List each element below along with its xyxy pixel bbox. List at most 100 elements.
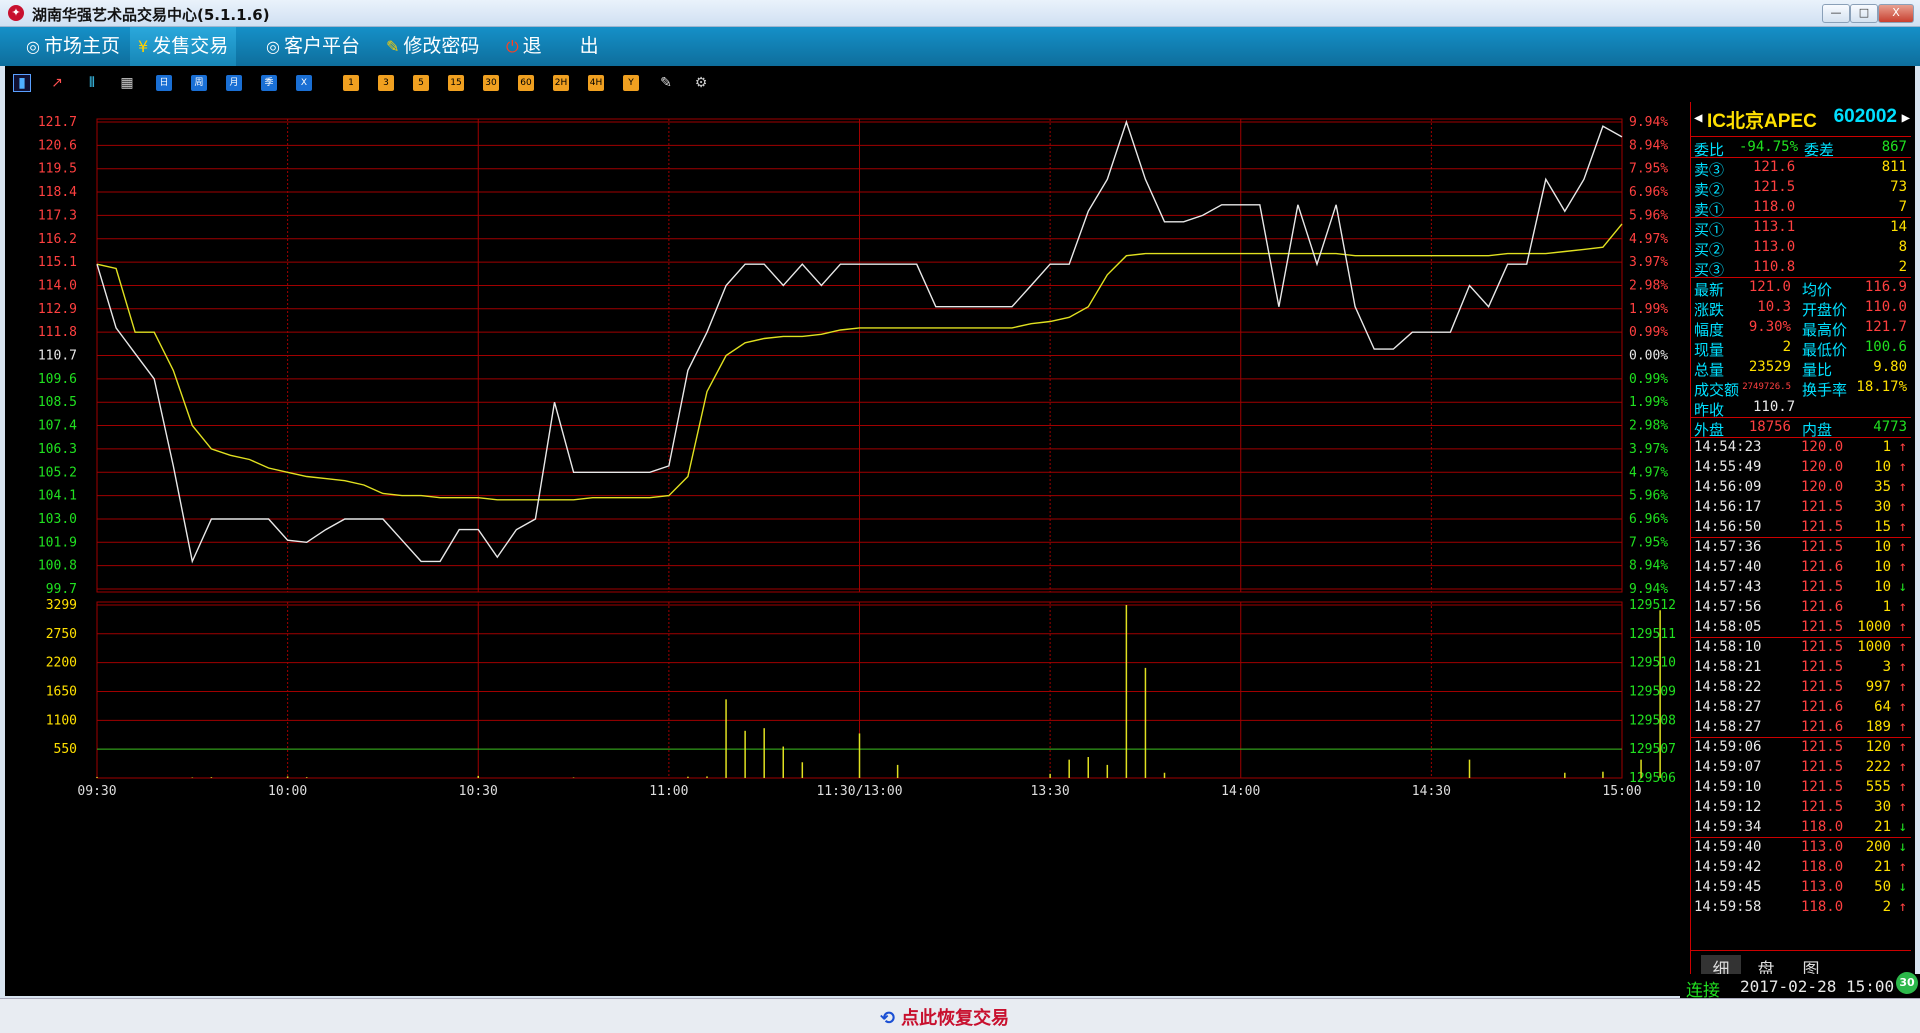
prev-close-row: 昨收 110.7 — [1691, 398, 1911, 419]
minute-15-button[interactable]: 15 — [448, 75, 464, 91]
price-tick-label: 100.8 — [38, 559, 77, 574]
tick-time: 14:59:07 — [1694, 759, 1762, 775]
prev-stock-icon[interactable]: ◀ — [1694, 110, 1702, 126]
tick-price: 121.5 — [1801, 499, 1844, 515]
period-week-button[interactable]: 周 — [191, 75, 207, 91]
stat-label: 量比 — [1802, 362, 1833, 379]
tick-qty: 1000 — [1857, 619, 1891, 635]
volume-right-label: 129508 — [1629, 713, 1676, 728]
tick-row: 14:58:22 121.5 997 ↑ — [1691, 678, 1911, 698]
menu-market-home[interactable]: ◎ 市场主页 — [18, 27, 128, 66]
tick-row: 14:59:42 118.0 21 ↑ — [1691, 858, 1911, 878]
tick-qty: 21 — [1874, 859, 1891, 875]
minute-1-button[interactable]: 1 — [343, 75, 359, 91]
volume-tick-label: 2750 — [46, 627, 77, 642]
tick-price: 118.0 — [1801, 859, 1844, 875]
hour-4-button[interactable]: 4H — [588, 75, 604, 91]
bar-chart-icon[interactable]: ▮ — [13, 74, 31, 92]
price-tick-label: 112.9 — [38, 302, 77, 317]
period-quarter-button[interactable]: 季 — [261, 75, 277, 91]
online-badge[interactable]: 30 — [1896, 972, 1918, 994]
next-stock-icon[interactable]: ▶ — [1902, 110, 1910, 126]
tick-price: 121.5 — [1801, 539, 1844, 555]
bid-qty: 2 — [1898, 259, 1907, 275]
stat-label: 最新 — [1694, 282, 1725, 299]
tick-row: 14:56:50 121.5 15 ↑ — [1691, 518, 1911, 538]
arrow-down-icon: ↓ — [1898, 579, 1907, 595]
intraday-chart[interactable]: 121.7 9.94% 120.6 8.94% 119.5 7.95% 118.4 6.96%… — [5, 102, 1690, 996]
ask-qty: 7 — [1898, 199, 1907, 215]
restore-trading-button[interactable]: ⟲ 点此恢复交易 — [880, 1004, 1009, 1030]
period-month-button[interactable]: 月 — [226, 75, 242, 91]
tick-time: 14:55:49 — [1694, 459, 1762, 475]
order-ratio-row: 委比 -94.75% 委差 867 — [1691, 138, 1911, 159]
tick-time: 14:58:27 — [1694, 699, 1762, 715]
period-day-button[interactable]: 日 — [156, 75, 172, 91]
hour-2-button[interactable]: 2H — [553, 75, 569, 91]
stat-row: 现量 2 最低价 100.6 — [1691, 338, 1911, 359]
bid-label: 买② — [1694, 242, 1725, 259]
tick-time: 14:58:27 — [1694, 719, 1762, 735]
percent-tick-label: 8.94% — [1629, 138, 1668, 153]
arrow-up-icon: ↑ — [1898, 599, 1907, 615]
tick-row: 14:59:06 121.5 120 ↑ — [1691, 738, 1911, 758]
arrow-up-icon: ↑ — [1898, 699, 1907, 715]
time-tick-label: 14:00 — [1221, 784, 1260, 799]
price-tick-label: 121.7 — [38, 115, 77, 130]
stat-value: 2 — [1782, 339, 1791, 355]
percent-tick-label: 0.99% — [1629, 372, 1668, 387]
tick-price: 120.0 — [1801, 439, 1844, 455]
ask-price: 118.0 — [1753, 199, 1796, 215]
tick-price: 120.0 — [1801, 459, 1844, 475]
period-x-button[interactable]: X — [296, 75, 312, 91]
percent-tick-label: 7.95% — [1629, 162, 1668, 177]
tick-price: 121.5 — [1801, 619, 1844, 635]
year-button[interactable]: Y — [623, 75, 639, 91]
quote-panel: ◀ IC北京APEC 602002 ▶ 委比 -94.75% 委差 867 卖③ 121.… — [1690, 102, 1911, 996]
stat-row: 总量 23529 量比 9.80 — [1691, 358, 1911, 379]
minimize-button[interactable]: — — [1822, 4, 1850, 23]
price-tick-label: 118.4 — [38, 185, 77, 200]
menu-exit[interactable]: ⏻ 退 出 — [498, 27, 607, 66]
tick-price: 113.0 — [1801, 879, 1844, 895]
arrow-up-icon: ↑ — [1898, 499, 1907, 515]
tick-row: 14:59:07 121.5 222 ↑ — [1691, 758, 1911, 778]
menu-change-password[interactable]: ✎ 修改密码 — [378, 27, 487, 66]
menu-client-platform[interactable]: ◎ 客户平台 — [258, 27, 368, 66]
tick-qty: 997 — [1865, 679, 1891, 695]
stat-label: 最高价 — [1802, 322, 1848, 339]
minute-30-button[interactable]: 30 — [483, 75, 499, 91]
close-button[interactable]: X — [1878, 4, 1914, 23]
draw-tool-icon[interactable]: ✎ — [658, 75, 674, 91]
stat-label: 换手率 — [1802, 382, 1848, 399]
line-chart-icon[interactable]: ↗ — [49, 75, 65, 91]
minute-5-button[interactable]: 5 — [413, 75, 429, 91]
ask-row: 卖③ 121.6 811 — [1691, 158, 1911, 179]
volume-tick-label: 3299 — [46, 598, 77, 613]
stat-label: 开盘价 — [1802, 302, 1848, 319]
price-tick-label: 110.7 — [38, 349, 77, 364]
minute-60-button[interactable]: 60 — [518, 75, 534, 91]
tick-price: 121.5 — [1801, 639, 1844, 655]
tick-row: 14:58:10 121.5 1000 ↑ — [1691, 638, 1911, 658]
gear-icon[interactable]: ⚙ — [693, 75, 709, 91]
tick-time: 14:57:40 — [1694, 559, 1762, 575]
candlestick-icon[interactable]: ⫴ — [84, 75, 100, 91]
menu-issue-trade[interactable]: ¥ 发售交易 — [130, 27, 237, 66]
tick-time: 14:59:45 — [1694, 879, 1762, 895]
tick-qty: 1 — [1882, 599, 1891, 615]
maximize-button[interactable]: □ — [1850, 4, 1878, 23]
minute-3-button[interactable]: 3 — [378, 75, 394, 91]
volume-tick-label: 550 — [54, 742, 77, 757]
price-tick-label: 109.6 — [38, 372, 77, 387]
tick-qty: 222 — [1865, 759, 1891, 775]
calendar-icon[interactable]: ▦ — [119, 75, 135, 91]
tick-price: 118.0 — [1801, 899, 1844, 915]
tick-price: 121.5 — [1801, 779, 1844, 795]
tick-time: 14:57:36 — [1694, 539, 1762, 555]
tick-qty: 1000 — [1857, 639, 1891, 655]
arrow-up-icon: ↑ — [1898, 519, 1907, 535]
tick-row: 14:56:09 120.0 35 ↑ — [1691, 478, 1911, 498]
stat-label: 总量 — [1694, 362, 1725, 379]
stat-label: 现量 — [1694, 342, 1725, 359]
